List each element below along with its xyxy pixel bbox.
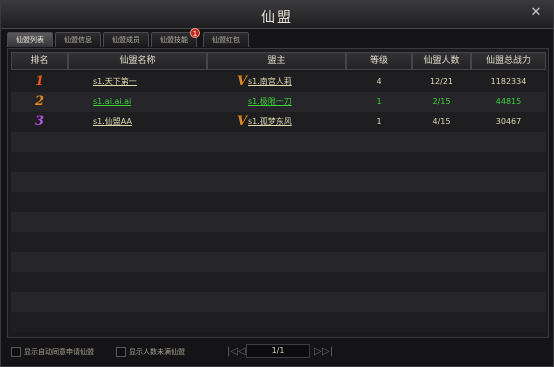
page-indicator: 1/1 [246,344,310,358]
tab-label: 仙盟成员 [112,36,140,44]
table-row [11,132,546,152]
leader-name-link[interactable]: s1.孤梦东风 [248,112,308,132]
tab-guild-red-envelope[interactable]: 仙盟红包 [203,32,249,47]
table-row [11,152,546,172]
last-page-icon[interactable]: ▷| [322,346,333,358]
rank-number: 1 [34,74,45,89]
title-bar: 仙盟 ✕ [1,1,553,29]
window-title: 仙盟 [261,10,293,26]
total-power: 30467 [495,117,522,126]
guild-window: 仙盟 ✕ 仙盟列表 仙盟信息 仙盟成员 仙盟技能 1 仙盟红包 排名 仙盟名称 盟… [0,0,554,367]
member-count: 12/21 [429,77,454,86]
first-page-icon[interactable]: |◁ [227,346,238,358]
tab-label: 仙盟列表 [16,36,44,44]
next-page-icon[interactable]: ▷ [314,346,322,358]
guild-name-link[interactable]: s1.ai.ai.ai [68,92,207,112]
auto-accept-label: 显示自动同意申请仙盟 [24,348,94,356]
table-row [11,192,546,212]
rank-number: 2 [34,94,45,109]
tab-guild-members[interactable]: 仙盟成员 [103,32,149,47]
total-power: 44815 [495,97,522,106]
tab-label: 仙盟红包 [212,36,240,44]
table-row [11,212,546,232]
total-power: 1182334 [490,77,527,86]
header-guild-name: 仙盟名称 [68,52,207,70]
notification-badge: 1 [190,28,200,38]
close-icon[interactable]: ✕ [529,6,543,20]
table-row [11,292,546,312]
show-not-full-checkbox[interactable] [116,347,126,357]
guild-level: 4 [376,77,382,86]
tab-guild-info[interactable]: 仙盟信息 [55,32,101,47]
prev-page-icon[interactable]: ◁ [238,346,246,358]
tab-guild-skills[interactable]: 仙盟技能 1 [151,28,200,47]
tab-guild-list[interactable]: 仙盟列表 [7,32,53,47]
guild-name-link[interactable]: s1.天下第一 [68,72,207,92]
tab-label: 仙盟技能 [160,36,188,44]
table-row [11,252,546,272]
table-row [11,172,546,192]
leader-name-link[interactable]: s1.南宫人莉 [248,72,308,92]
guild-level: 1 [376,117,382,126]
table-row[interactable]: 2 s1.ai.ai.ai s1.极限一刀 1 2/15 44815 [11,92,546,112]
show-not-full-label: 显示人数未满仙盟 [129,348,185,356]
vip-icon: V [237,114,248,129]
table-row [11,272,546,292]
header-level: 等级 [346,52,412,70]
footer-bar: 显示自动同意申请仙盟 显示人数未满仙盟 |◁ ◁ 1/1 ▷ ▷| [1,341,553,365]
table-row [11,232,546,252]
table-row[interactable]: 1 s1.天下第一 Vs1.南宫人莉 4 12/21 1182334 [11,72,546,92]
member-count: 2/15 [432,97,451,106]
guild-name-link[interactable]: s1.仙盟AA [68,112,207,132]
header-leader: 盟主 [207,52,346,70]
table-row [11,312,546,332]
guild-level: 1 [376,97,382,106]
guild-list-panel: 排名 仙盟名称 盟主 等级 仙盟人数 仙盟总战力 1 s1.天下第一 Vs1.南宫人… [7,48,549,338]
table-row[interactable]: 3 s1.仙盟AA Vs1.孤梦东风 1 4/15 30467 [11,112,546,132]
leader-name-link[interactable]: s1.极限一刀 [248,92,308,112]
tab-label: 仙盟信息 [64,36,92,44]
header-rank: 排名 [11,52,68,70]
header-member-count: 仙盟人数 [412,52,471,70]
member-count: 4/15 [432,117,451,126]
auto-accept-checkbox[interactable] [11,347,21,357]
table-header: 排名 仙盟名称 盟主 等级 仙盟人数 仙盟总战力 [11,52,546,70]
header-total-power: 仙盟总战力 [471,52,546,70]
rank-number: 3 [34,114,45,129]
vip-icon: V [237,74,248,89]
